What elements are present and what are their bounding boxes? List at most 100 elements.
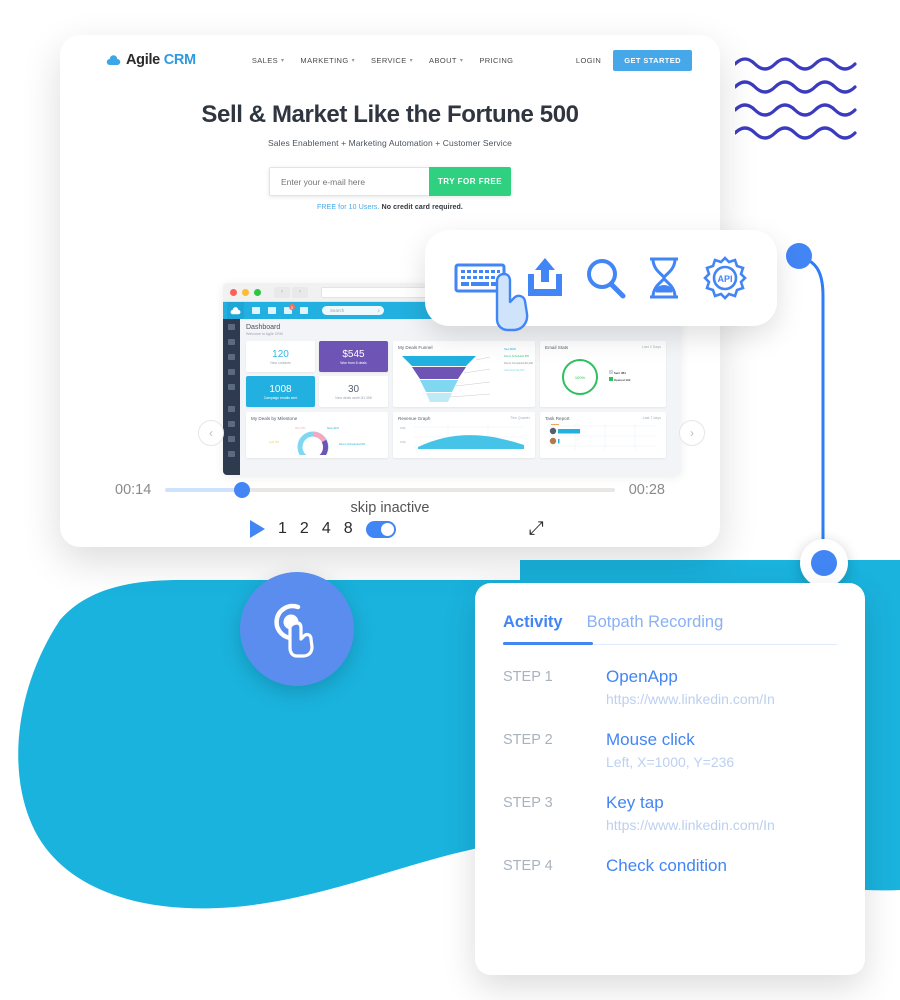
carousel-prev-button[interactable]: ‹: [198, 420, 224, 446]
nav-item-marketing[interactable]: MARKETING ▾: [300, 56, 355, 65]
email-input[interactable]: [269, 167, 429, 196]
cloud-icon: [106, 54, 121, 65]
sidebar-item-support[interactable]: [228, 421, 235, 427]
kpi-row: 120 New contacts $545 Won from 8 deals 1…: [246, 341, 675, 407]
step-label: STEP 4: [503, 858, 553, 874]
skip-inactive-label: skip inactive: [350, 500, 430, 516]
logo-text-blue: CRM: [163, 52, 196, 68]
nav-item-about[interactable]: ABOUT ▾: [429, 56, 463, 65]
signup-form: TRY FOR FREE: [60, 167, 720, 196]
login-link[interactable]: LOGIN: [576, 56, 601, 65]
wave-decoration: [735, 57, 857, 140]
tab-botpath-recording[interactable]: Botpath Recording: [587, 613, 724, 645]
sidebar-item-users[interactable]: [228, 406, 235, 412]
nav-item-sales[interactable]: SALES ▾: [252, 56, 285, 65]
expand-icon[interactable]: ⤢: [529, 518, 544, 540]
site-header: Agile CRM SALES ▾ MARKETING ▾ SERVICE ▾ …: [60, 35, 720, 85]
step-title[interactable]: OpenApp: [606, 667, 775, 687]
search-placeholder-text: Search: [330, 308, 345, 313]
funnel-label: Demo Scheduled $50: [504, 354, 530, 358]
legend-sent: Sent 384: [613, 371, 626, 376]
ms-label: New 44%: [327, 426, 339, 430]
step-label: STEP 3: [503, 795, 553, 811]
seek-bar-thumb[interactable]: [233, 482, 250, 498]
chevron-down-icon: ▾: [459, 57, 464, 64]
sidebar-item-reports[interactable]: [228, 451, 235, 457]
speed-1x-button[interactable]: 1: [278, 520, 287, 538]
kpi-value: 1008: [269, 383, 292, 395]
close-traffic-dot[interactable]: [230, 288, 237, 296]
kpi-card: 30 New deals worth $1,358: [319, 376, 388, 407]
ms-label: Lost 5%: [269, 440, 280, 444]
get-started-button[interactable]: GET STARTED: [613, 49, 692, 71]
step-title[interactable]: Key tap: [606, 793, 775, 813]
nav-label: SALES: [251, 55, 278, 65]
milestone-panel: My Deals by Milestone Won 8% New 44% Los…: [246, 412, 388, 463]
step-label: STEP 2: [503, 732, 553, 748]
speed-2x-button[interactable]: 2: [300, 520, 309, 538]
browser-forward-icon[interactable]: ›: [292, 286, 308, 298]
sidebar-item-campaigns[interactable]: [228, 369, 235, 375]
speed-4x-button[interactable]: 4: [322, 520, 331, 538]
axis-tick: 100k: [400, 440, 406, 444]
seek-bar-fill: [165, 488, 242, 492]
free-note-link[interactable]: FREE for 10 Users.: [317, 204, 379, 211]
seek-bar[interactable]: [165, 482, 615, 498]
nav-label: ABOUT: [429, 55, 457, 65]
free-note: FREE for 10 Users. No credit card requir…: [60, 204, 720, 211]
list-item[interactable]: STEP 2 Mouse click Left, X=1000, Y=236: [503, 730, 837, 770]
try-for-free-button[interactable]: TRY FOR FREE: [429, 167, 511, 196]
deals-funnel-panel: My Deals Funnel New $600 Demo Scheduled …: [393, 341, 535, 407]
list-item[interactable]: STEP 1 OpenApp https://www.linkedin.com/…: [503, 667, 837, 707]
list-item[interactable]: STEP 3 Key tap https://www.linkedin.com/…: [503, 793, 837, 833]
browser-back-icon[interactable]: ‹: [274, 286, 290, 298]
notifications-icon[interactable]: 0: [284, 304, 295, 314]
sidebar-item-deals[interactable]: [228, 339, 235, 345]
skip-inactive-toggle[interactable]: [365, 520, 396, 538]
nav-item-service[interactable]: SERVICE ▾: [371, 56, 413, 65]
crm-search-box[interactable]: Dashboard Search ⌕: [322, 306, 384, 315]
crm-cloud-logo-icon: [227, 302, 244, 319]
activity-steps-list: STEP 1 OpenApp https://www.linkedin.com/…: [503, 667, 837, 880]
activity-tabs: Activity Botpath Recording: [503, 613, 837, 645]
chevron-down-icon: ▾: [409, 57, 414, 64]
chevron-down-icon: ▾: [281, 57, 285, 64]
kpi-label: Won from 8 deals: [340, 360, 367, 365]
sidebar-item-settings[interactable]: [228, 436, 235, 442]
kpi-value: 120: [272, 348, 289, 360]
nav-label: MARKETING: [300, 55, 349, 65]
calendar-icon[interactable]: [268, 307, 276, 314]
search-icon[interactable]: [583, 256, 627, 300]
agile-crm-logo[interactable]: Agile CRM: [106, 52, 196, 68]
header-actions: LOGIN GET STARTED: [576, 49, 692, 71]
active-tab-underline: [503, 642, 593, 645]
free-note-bold: No credit card required.: [381, 204, 463, 211]
chevron-down-icon: ▾: [351, 57, 356, 64]
ms-label: Demo Scheduled 9%: [339, 442, 366, 446]
refresh-icon[interactable]: [300, 307, 308, 314]
sidebar-item-calendar[interactable]: [228, 354, 235, 360]
speed-8x-button[interactable]: 8: [344, 520, 353, 538]
list-item[interactable]: STEP 4 Check condition: [503, 856, 837, 880]
crm-body: Dashboard Welcome to Agile CRM 120 New c…: [223, 319, 681, 475]
step-title[interactable]: Mouse click: [606, 730, 734, 750]
nav-label: PRICING: [479, 55, 514, 65]
tab-activity[interactable]: Activity: [503, 613, 563, 645]
play-icon[interactable]: [250, 520, 265, 538]
minimize-traffic-dot[interactable]: [242, 288, 249, 296]
nav-item-pricing[interactable]: PRICING: [479, 56, 513, 65]
step-title[interactable]: Check condition: [606, 856, 727, 876]
hourglass-icon[interactable]: [645, 255, 683, 301]
contacts-icon[interactable]: [252, 307, 260, 314]
maximize-traffic-dot[interactable]: [254, 288, 261, 296]
kpi-card: 120 New contacts: [246, 341, 315, 372]
revenue-graph-panel: Revenue Graph This Quarter 200k 100k: [393, 412, 535, 458]
api-gear-icon[interactable]: API: [702, 255, 748, 301]
panel-meta: Last 2 Days: [642, 345, 661, 349]
sidebar-item-contacts[interactable]: [228, 324, 235, 330]
kpi-value: $545: [342, 348, 365, 360]
carousel-next-button[interactable]: ›: [679, 420, 705, 446]
sidebar-item-documents[interactable]: [228, 384, 235, 390]
hand-pointer-icon: [495, 272, 529, 332]
logo-text-dark: Agile: [126, 52, 160, 68]
